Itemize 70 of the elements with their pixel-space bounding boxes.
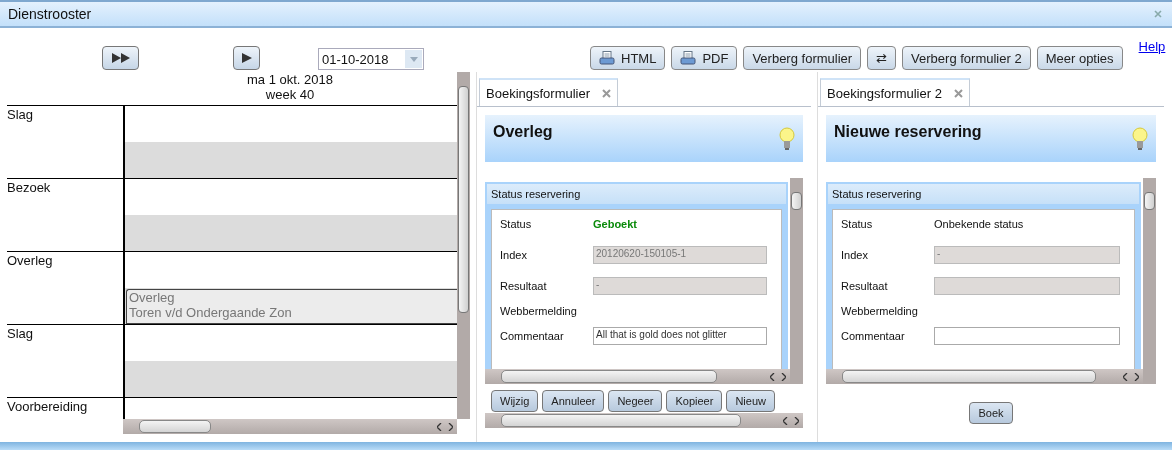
toolbar-button[interactable]: Meer opties [1036, 46, 1123, 70]
play-icon [241, 53, 252, 63]
form-button[interactable]: Kopieer [666, 390, 723, 412]
row-label: Voorbereiding [7, 399, 88, 414]
field-label: Status [841, 217, 874, 230]
lightbulb-icon[interactable] [1132, 127, 1148, 151]
form-title: Nieuwe reservering [834, 123, 982, 142]
form-tab[interactable]: Boekingsformulier [479, 78, 619, 106]
input-field[interactable] [934, 326, 1120, 345]
date-field[interactable]: 01-10-2018 [318, 48, 424, 70]
form-title: Overleg [493, 123, 553, 142]
status-value: Onbekende status [934, 217, 1024, 230]
form-button[interactable]: Wijzig [491, 390, 539, 412]
time-slot[interactable]: Overleg Toren v/d Ondergaande Zon [123, 252, 457, 324]
readonly-field: - [934, 245, 1120, 264]
form-tab[interactable]: Boekingsformulier 2 [820, 78, 970, 106]
field-label: Webbermelding [500, 304, 578, 317]
field-label: Commentaar [500, 329, 565, 342]
readonly-field: 20120620-150105-1 [593, 245, 767, 264]
window-title: Dienstrooster [8, 6, 92, 22]
dropdown-caret-icon[interactable] [409, 56, 418, 62]
fast-forward-icon [111, 53, 130, 63]
toolbar-button[interactable]: ⇄ [867, 46, 897, 70]
vertical-scrollbar[interactable] [1143, 178, 1156, 384]
vertical-scrollbar[interactable] [457, 72, 470, 419]
row-label: Slag [7, 326, 34, 341]
scroll-arrows-icon[interactable] [770, 372, 786, 381]
field-label: Commentaar [841, 329, 906, 342]
horizontal-scrollbar[interactable] [485, 369, 790, 384]
close-icon[interactable] [1154, 10, 1162, 18]
field-label: Resultaat [841, 279, 889, 292]
toolbar-button[interactable]: Verberg formulier 2 [902, 46, 1031, 70]
section-title: Status reservering [491, 188, 581, 200]
week-heading: week 40 [265, 87, 315, 102]
row-label: Slag [7, 107, 34, 122]
field-label: Webbermelding [841, 304, 919, 317]
help-link[interactable]: Help [1138, 39, 1166, 54]
row-label: Overleg [7, 253, 53, 268]
vertical-scrollbar[interactable] [790, 178, 803, 384]
row-label: Bezoek [7, 180, 51, 195]
form-button[interactable]: Negeer [608, 390, 663, 412]
toolbar-button[interactable]: PDF [671, 46, 738, 70]
scroll-arrows-icon[interactable] [783, 416, 799, 425]
horizontal-scrollbar[interactable] [123, 419, 457, 434]
field-label: Index [841, 248, 869, 261]
toolbar-button[interactable]: Verberg formulier [743, 46, 862, 70]
printer-icon [680, 51, 697, 65]
fast-forward-button[interactable] [102, 46, 139, 70]
close-icon[interactable] [953, 88, 963, 98]
scroll-arrows-icon[interactable] [1123, 372, 1139, 381]
input-field[interactable]: All that is gold does not glitter [593, 326, 767, 345]
day-heading: ma 1 okt. 2018 [247, 72, 333, 87]
section-title: Status reservering [832, 188, 922, 200]
scroll-arrows-icon[interactable] [437, 422, 453, 431]
close-icon[interactable] [602, 88, 612, 98]
status-value: Geboekt [593, 217, 637, 230]
field-label: Index [500, 248, 528, 261]
event-block[interactable]: Overleg Toren v/d Ondergaande Zon [126, 289, 457, 324]
horizontal-scrollbar[interactable] [826, 369, 1143, 384]
printer-icon [599, 51, 615, 65]
horizontal-scrollbar[interactable] [485, 413, 803, 428]
lightbulb-icon[interactable] [779, 127, 795, 151]
toolbar-button[interactable]: HTML [590, 46, 666, 70]
form-button[interactable]: Nieuw [726, 390, 775, 412]
field-label: Resultaat [500, 279, 548, 292]
next-button[interactable] [233, 46, 260, 70]
form-button[interactable]: Boek [969, 402, 1013, 424]
readonly-field: - [593, 276, 767, 295]
form-button[interactable]: Annuleer [542, 390, 605, 412]
field-label: Status [500, 217, 533, 230]
